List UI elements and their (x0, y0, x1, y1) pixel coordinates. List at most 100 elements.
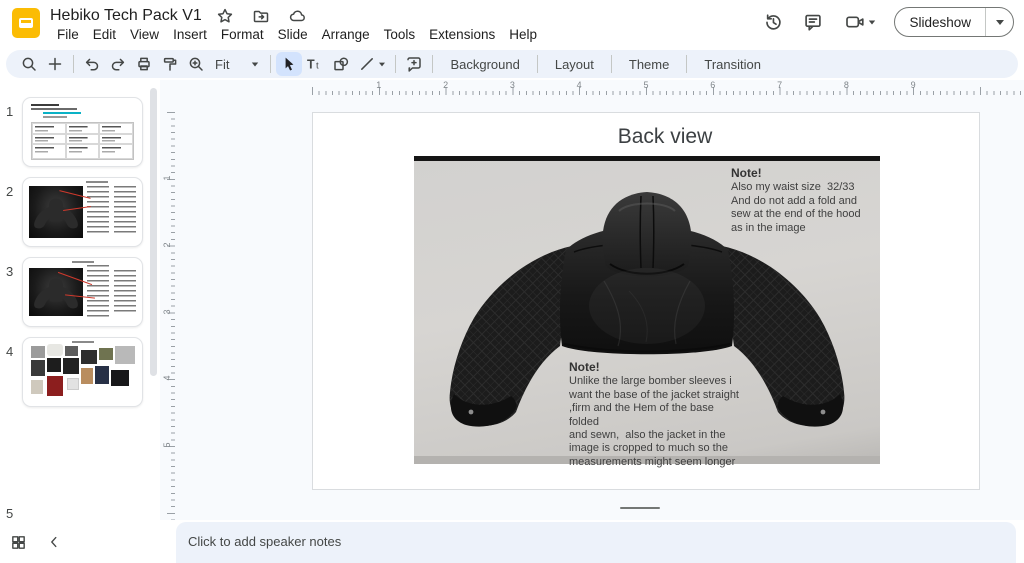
slide-number-1: 1 (6, 104, 22, 119)
menu-view[interactable]: View (123, 25, 166, 44)
toolbar-divider (395, 55, 396, 73)
header-actions: Slideshow (760, 7, 1014, 37)
toolbar-divider (611, 55, 612, 73)
thumb-text-column (114, 186, 136, 236)
thumb-table-cell (32, 123, 66, 134)
note-bottom-body: Unlike the large bomber sleeves i want t… (569, 375, 739, 467)
ruler-label: 6 (710, 80, 715, 90)
ruler-label: 4 (577, 80, 582, 90)
zoom-value: Fit (215, 57, 229, 72)
ruler-label: 5 (643, 80, 648, 90)
jacket-back-view-image[interactable]: Note! Also my waist size 32/33 And do no… (414, 156, 880, 464)
collage-image (47, 358, 61, 372)
slide-thumbnail-1[interactable] (22, 97, 143, 167)
redo-button[interactable] (105, 52, 131, 76)
collage-image (115, 346, 135, 364)
shape-tool-button[interactable] (328, 52, 354, 76)
editor-canvas-area: 1 2 3 4 5 6 7 8 9 1 2 3 4 5 Back view (160, 80, 1024, 520)
menu-bar: File Edit View Insert Format Slide Arran… (50, 25, 544, 44)
text-box-button[interactable]: Tt (302, 52, 328, 76)
top-bar: Hebiko Tech Pack V1 File Edit View Inser… (0, 0, 1024, 48)
thumb-table-cell (99, 123, 133, 134)
menu-insert[interactable]: Insert (166, 25, 214, 44)
collage-image (67, 378, 79, 390)
menu-file[interactable]: File (50, 25, 86, 44)
vertical-ruler: 1 2 3 4 5 (160, 96, 176, 520)
google-slides-app: Hebiko Tech Pack V1 File Edit View Inser… (0, 0, 1024, 563)
collage-image (65, 346, 78, 356)
slide-thumbnail-3[interactable] (22, 257, 143, 327)
notes-resize-handle[interactable] (620, 507, 660, 509)
version-history-icon[interactable] (760, 9, 786, 35)
ruler-label: 4 (162, 372, 172, 384)
toolbar-divider (432, 55, 433, 73)
meet-camera-button[interactable] (840, 9, 880, 35)
menu-extensions[interactable]: Extensions (422, 25, 502, 44)
slide-number-4: 4 (6, 344, 22, 359)
ruler-label: 9 (911, 80, 916, 90)
menu-tools[interactable]: Tools (377, 25, 423, 44)
slide-canvas[interactable]: Back view (312, 112, 980, 490)
bottom-bar: Click to add speaker notes (0, 520, 1024, 563)
theme-button[interactable]: Theme (617, 52, 681, 76)
thumb-table-cell (32, 134, 66, 145)
collage-image (47, 344, 63, 356)
thumb-table-cell (99, 144, 133, 159)
slideshow-dropdown[interactable] (985, 7, 1013, 37)
title-row: Hebiko Tech Pack V1 (50, 5, 310, 27)
speaker-notes-placeholder: Click to add speaker notes (188, 534, 341, 549)
undo-button[interactable] (79, 52, 105, 76)
note-bottom[interactable]: Note! Unlike the large bomber sleeves i … (569, 361, 745, 469)
ruler-ticks-major (312, 87, 1024, 95)
thumb-text-column (114, 270, 136, 312)
filmstrip-scrollbar[interactable] (150, 88, 157, 376)
thumb-table-cell (99, 134, 133, 145)
slideshow-button[interactable]: Slideshow (894, 7, 1014, 37)
zoom-button[interactable] (183, 52, 209, 76)
toolbar-divider (270, 55, 271, 73)
transition-button[interactable]: Transition (692, 52, 773, 76)
thumb-table-cell (32, 144, 66, 159)
zoom-caret-icon (252, 62, 258, 66)
slides-logo-icon[interactable] (12, 8, 40, 38)
note-top[interactable]: Note! Also my waist size 32/33 And do no… (731, 167, 873, 235)
ruler-label: 2 (162, 239, 172, 251)
insert-comment-button[interactable] (401, 52, 427, 76)
thumb-text-column (87, 186, 109, 236)
line-tool-button[interactable] (354, 52, 390, 76)
collapse-filmstrip-icon[interactable] (42, 530, 66, 554)
background-button[interactable]: Background (438, 52, 531, 76)
document-title[interactable]: Hebiko Tech Pack V1 (50, 7, 202, 25)
slide-thumbnail-2[interactable] (22, 177, 143, 247)
toolbar: Fit Tt Background Layout Theme Transitio… (6, 50, 1018, 78)
camera-dropdown-caret (869, 20, 875, 24)
thumb1-text-graphic (31, 104, 111, 119)
toolbar-divider (686, 55, 687, 73)
search-menus-button[interactable] (16, 52, 42, 76)
comments-icon[interactable] (800, 9, 826, 35)
grid-view-icon[interactable] (6, 530, 30, 554)
thumb-title-graphic (72, 261, 94, 263)
menu-slide[interactable]: Slide (271, 25, 315, 44)
ruler-label: 5 (162, 439, 172, 451)
collage-image (47, 376, 63, 396)
slide-thumbnail-4[interactable] (22, 337, 143, 407)
slide-number-5: 5 (6, 506, 22, 521)
new-slide-button[interactable] (42, 52, 68, 76)
menu-help[interactable]: Help (502, 25, 544, 44)
menu-format[interactable]: Format (214, 25, 271, 44)
slides-logo-pane (19, 18, 33, 28)
menu-arrange[interactable]: Arrange (315, 25, 377, 44)
paint-format-button[interactable] (157, 52, 183, 76)
slide-title[interactable]: Back view (313, 125, 979, 149)
collage-image (31, 380, 43, 394)
svg-text:T: T (307, 57, 315, 71)
print-button[interactable] (131, 52, 157, 76)
layout-button[interactable]: Layout (543, 52, 606, 76)
zoom-select[interactable]: Fit (209, 57, 265, 72)
ruler-label: 1 (162, 172, 172, 184)
select-tool-button[interactable] (276, 52, 302, 76)
speaker-notes-input[interactable]: Click to add speaker notes (176, 522, 1016, 563)
menu-edit[interactable]: Edit (86, 25, 123, 44)
ruler-label: 7 (777, 80, 782, 90)
